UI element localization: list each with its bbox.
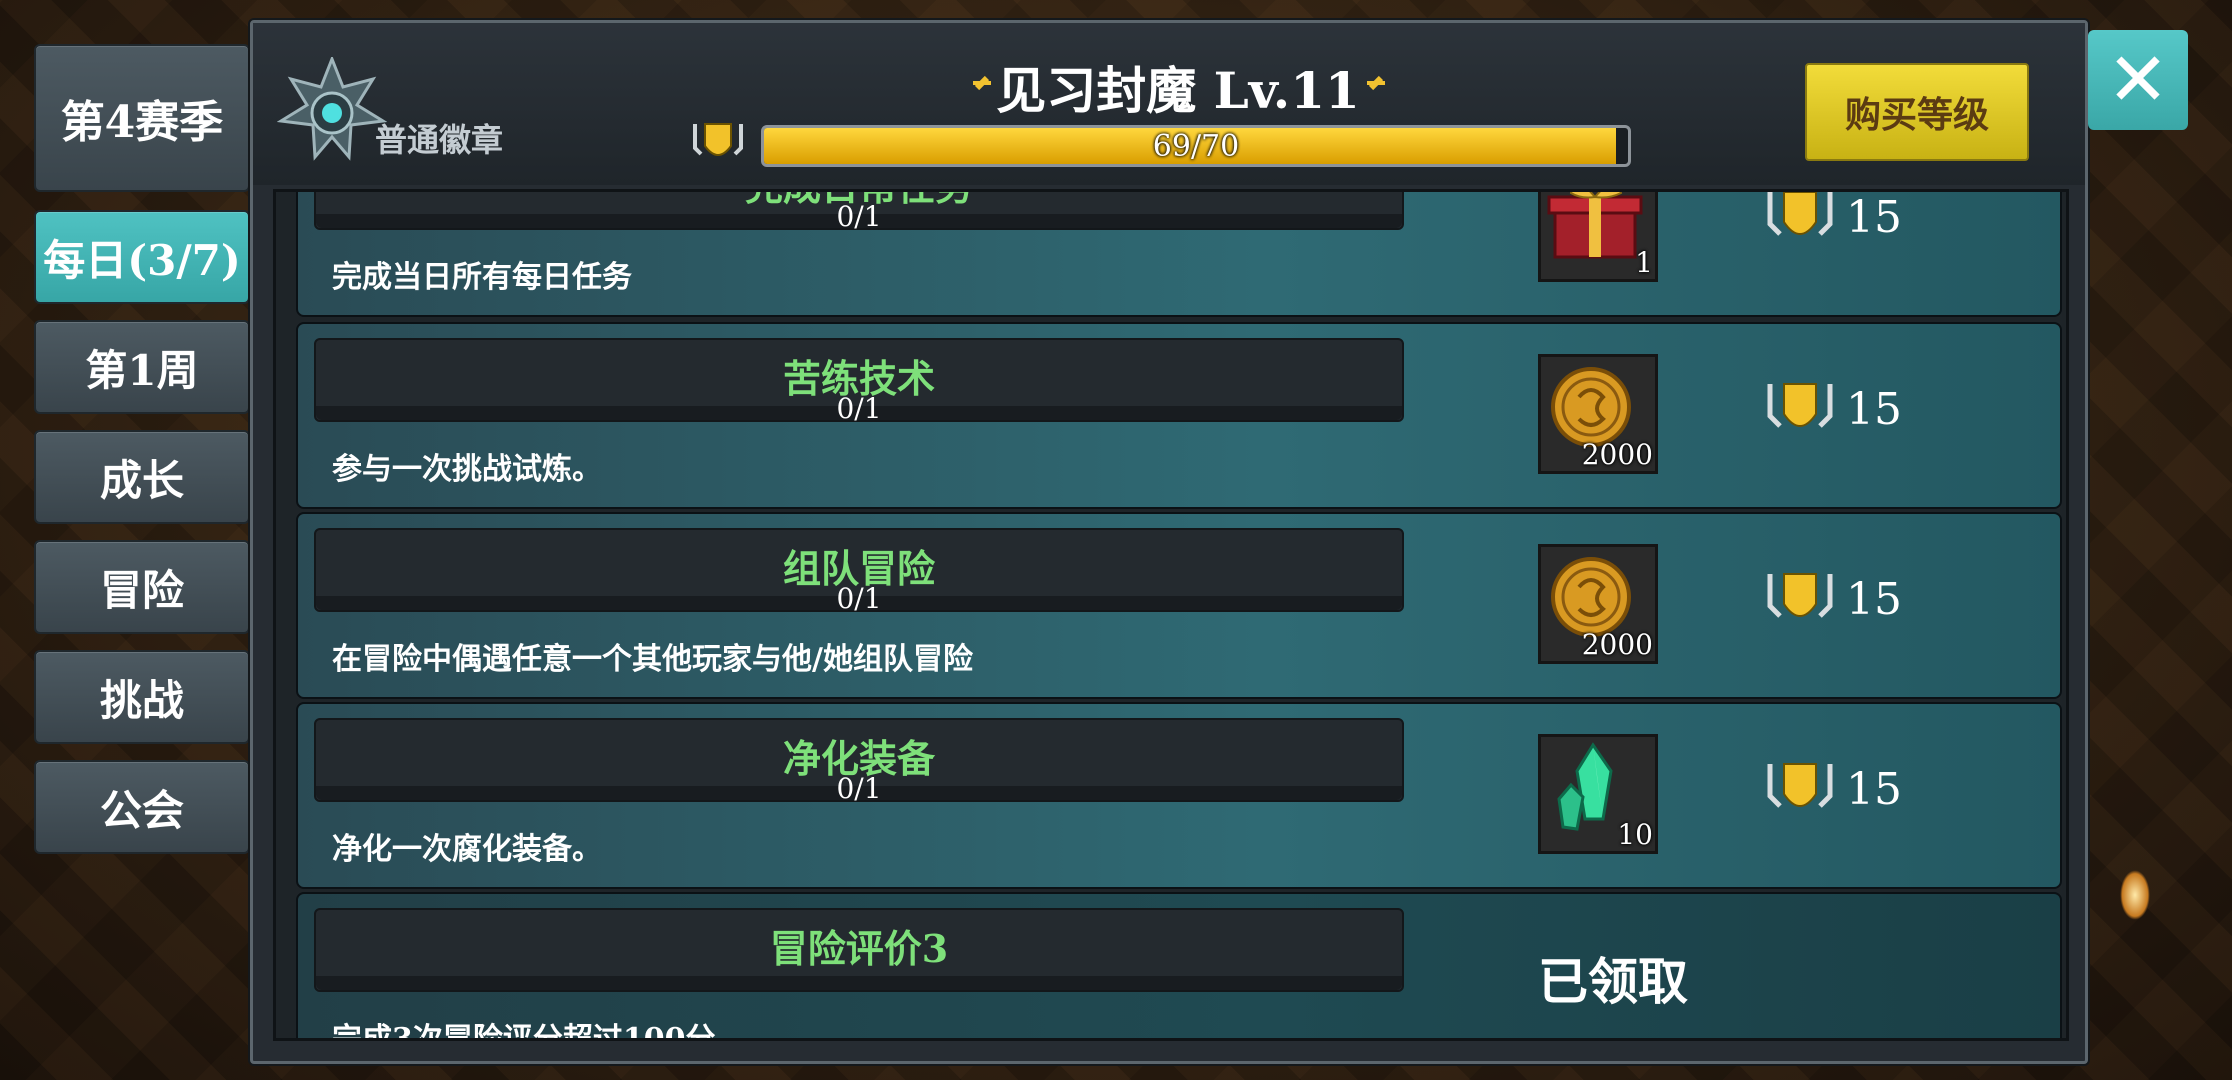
buy-level-button[interactable]: 购买等级 [1805,63,2029,161]
tab-guild[interactable]: 公会 [34,760,250,854]
close-button[interactable]: ✕ [2088,30,2188,130]
points-shield-icon [693,123,743,156]
task-description: 参与一次挑战试炼。 [332,452,602,487]
xp-progress-bar: 69/70 [761,125,1631,167]
task-points: 15 [1846,192,1902,243]
battle-pass-panel: 普通徽章 见习封魔 Lv.11 69/70 购买等级 完成日常任务 0/1 完成… [250,20,2088,1064]
pass-title-row: 见习封魔 Lv.11 [968,57,1388,120]
points-shield-icon [1767,192,1833,236]
task-description: 在冒险中偶遇任意一个其他玩家与他/她组队冒险 [332,642,973,677]
reward-count: 2000 [1581,628,1653,661]
pass-level-title: 见习封魔 Lv.11 [996,61,1360,120]
points-shield-icon [1767,573,1833,618]
reward-slot[interactable]: 10 [1538,734,1658,854]
task-name-bar: 冒险评价3 [314,908,1404,992]
task-progress: 0/1 [836,200,882,233]
badge-emblem-icon [277,57,387,161]
reward-count: 1 [1635,246,1653,279]
tab-challenge[interactable]: 挑战 [34,650,250,744]
tab-daily[interactable]: 每日(3/7) [34,210,250,304]
tab-week-1[interactable]: 第1周 [34,320,250,414]
reward-count: 2000 [1581,438,1653,471]
task-name-bar: 净化装备 0/1 [314,718,1404,805]
task-progress: 0/1 [836,582,882,615]
reward-slot[interactable]: 1 [1538,192,1658,282]
task-name-bar: 完成日常任务 0/1 [314,192,1404,233]
reward-slot[interactable]: 2000 [1538,354,1658,474]
reward-count: 10 [1617,818,1653,851]
task-progress: 0/1 [836,772,882,805]
claimed-status: 已领取 [1538,952,1688,1011]
task-item: 净化装备 0/1 净化一次腐化装备。 10 15 [296,702,2062,889]
task-description: 完成当日所有每日任务 [332,260,632,295]
xp-progress-text: 69/70 [1152,128,1240,164]
points-shield-icon [1767,763,1833,808]
task-points: 15 [1846,574,1902,625]
task-list[interactable]: 完成日常任务 0/1 完成当日所有每日任务 1 15 [273,189,2069,1041]
tab-adventure[interactable]: 冒险 [34,540,250,634]
task-item: 组队冒险 0/1 在冒险中偶遇任意一个其他玩家与他/她组队冒险 2000 15 [296,512,2062,699]
reward-slot[interactable]: 2000 [1538,544,1658,664]
tab-growth[interactable]: 成长 [34,430,250,524]
task-progress: 0/1 [836,392,882,425]
task-item: 苦练技术 0/1 参与一次挑战试炼。 2000 15 [296,322,2062,509]
task-description: 净化一次腐化装备。 [332,832,602,867]
task-item-claimed: 冒险评价3 完成3次冒险评分超过100分 已领取 [296,892,2062,1041]
gift-box-icon [1547,192,1643,259]
task-description: 完成3次冒险评分超过100分 [332,1022,716,1041]
points-shield-icon [1767,383,1833,428]
task-points: 15 [1846,384,1902,435]
panel-header: 普通徽章 见习封魔 Lv.11 69/70 购买等级 [253,23,2085,185]
task-points: 15 [1846,764,1902,815]
badge-label: 普通徽章 [375,121,504,159]
task-item: 完成日常任务 0/1 完成当日所有每日任务 1 15 [296,192,2062,317]
task-name-bar: 组队冒险 0/1 [314,528,1404,615]
task-name-bar: 苦练技术 0/1 [314,338,1404,425]
task-name: 冒险评价3 [769,926,949,971]
sparkle-icon [1367,81,1385,85]
season-tab[interactable]: 第4赛季 [34,44,250,192]
torch-decoration [2120,870,2150,920]
